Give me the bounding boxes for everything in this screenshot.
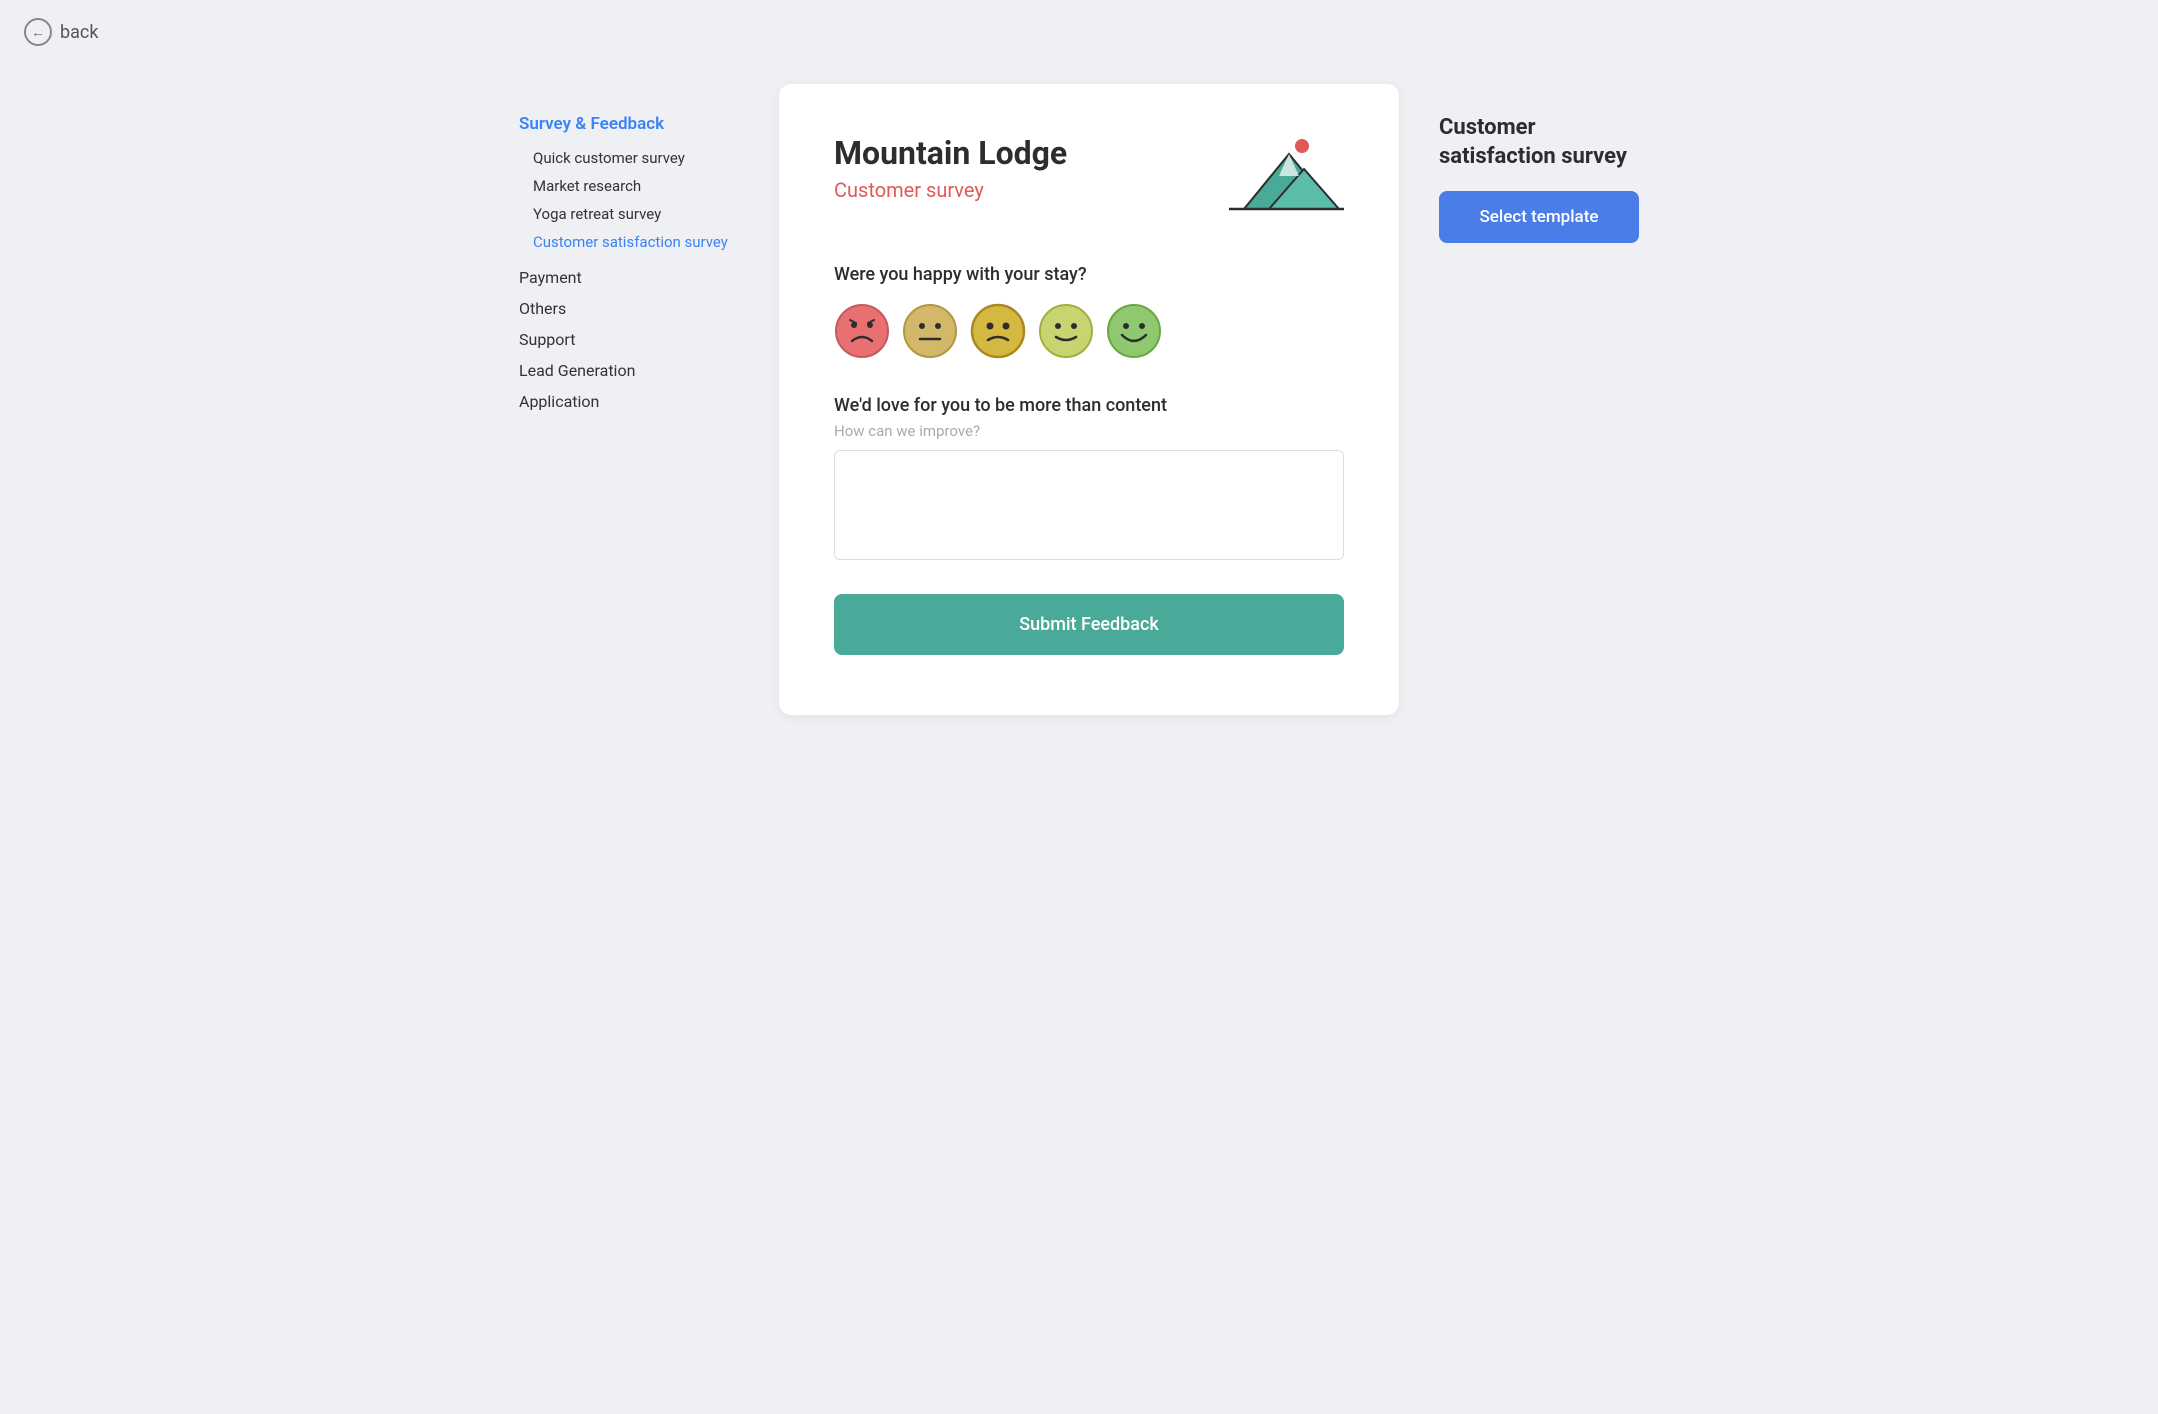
sidebar-item-market-research[interactable]: Market research: [519, 172, 739, 200]
emoji-slightly-happy[interactable]: [1038, 303, 1094, 359]
template-title: Customer satisfaction survey: [1439, 114, 1639, 171]
emoji-happy[interactable]: [1106, 303, 1162, 359]
question-1-label: Were you happy with your stay?: [834, 264, 1344, 285]
sidebar-item-yoga-retreat-survey[interactable]: Yoga retreat survey: [519, 200, 739, 228]
sidebar-category-survey-feedback[interactable]: Survey & Feedback: [519, 114, 739, 134]
back-label: back: [60, 22, 98, 43]
sidebar-item-payment[interactable]: Payment: [519, 262, 739, 293]
card-header: Mountain Lodge Customer survey: [834, 134, 1344, 224]
select-template-button[interactable]: Select template: [1439, 191, 1639, 243]
emoji-row: [834, 303, 1344, 359]
feedback-placeholder-text: How can we improve?: [834, 422, 1344, 440]
emoji-neutral[interactable]: [970, 303, 1026, 359]
card-header-text: Mountain Lodge Customer survey: [834, 134, 1067, 202]
feedback-textarea[interactable]: [834, 450, 1344, 560]
sidebar-item-customer-satisfaction-survey[interactable]: Customer satisfaction survey: [519, 228, 739, 256]
sidebar-item-application[interactable]: Application: [519, 386, 739, 417]
sidebar-item-lead-generation[interactable]: Lead Generation: [519, 355, 739, 386]
emoji-very-unhappy[interactable]: [834, 303, 890, 359]
sidebar-item-quick-customer-survey[interactable]: Quick customer survey: [519, 144, 739, 172]
emoji-unhappy[interactable]: [902, 303, 958, 359]
submit-feedback-button[interactable]: Submit Feedback: [834, 594, 1344, 655]
back-arrow-icon: ←: [24, 18, 52, 46]
sidebar-item-others[interactable]: Others: [519, 293, 739, 324]
sidebar-item-support[interactable]: Support: [519, 324, 739, 355]
right-panel: Customer satisfaction survey Select temp…: [1439, 84, 1639, 243]
card-subtitle: Customer survey: [834, 178, 1067, 202]
main-layout: Survey & Feedback Quick customer survey …: [0, 64, 2158, 775]
back-button[interactable]: ← back: [0, 0, 122, 64]
card-title: Mountain Lodge: [834, 134, 1067, 172]
sidebar: Survey & Feedback Quick customer survey …: [519, 84, 739, 417]
preview-card: Mountain Lodge Customer survey Were you …: [779, 84, 1399, 715]
sidebar-group-survey: Survey & Feedback Quick customer survey …: [519, 114, 739, 256]
question-2-label: We'd love for you to be more than conten…: [834, 395, 1344, 416]
mountain-illustration: [1214, 134, 1344, 224]
